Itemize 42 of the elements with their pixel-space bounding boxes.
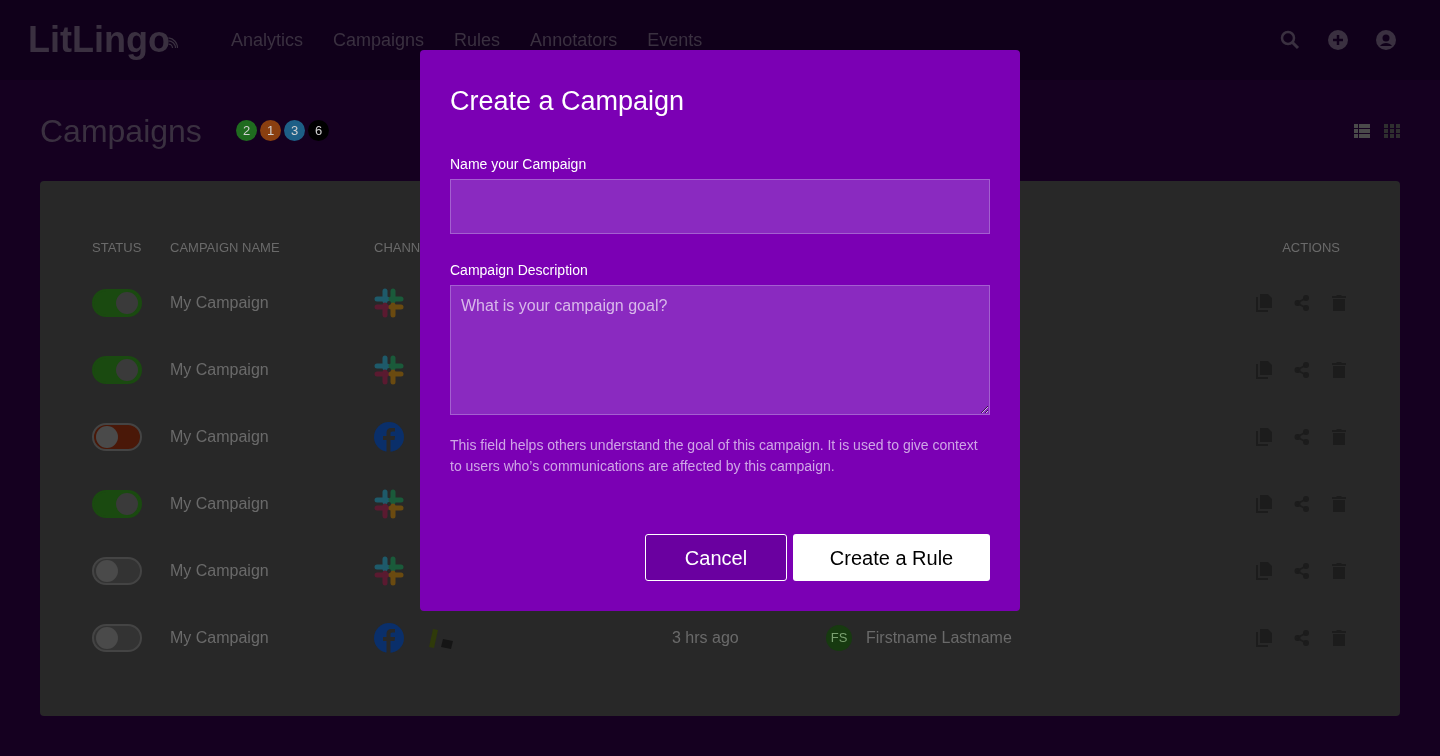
avatar: FS [826, 624, 852, 651]
f-logo-icon [374, 622, 404, 653]
status-toggle[interactable] [92, 556, 142, 585]
status-toggle[interactable] [92, 288, 142, 317]
count-badge: 6 [308, 120, 329, 141]
owner-name: Firstname Lastname [866, 627, 1012, 648]
help-text: This field helps others understand the goal of this campaign. It is used to give context to users who’s communications are affected by this campaign. [450, 436, 979, 476]
status-toggle[interactable] [92, 355, 142, 384]
dialog-title: Create a Campaign [450, 85, 686, 118]
hash-logo-icon [374, 555, 404, 586]
campaign-name-field[interactable] [450, 179, 990, 234]
hash-logo-icon [374, 354, 404, 385]
column-header: CHANN [374, 239, 421, 258]
campaign-name: My Campaign [170, 359, 270, 380]
campaign-description-field[interactable]: What is your campaign goal? [450, 285, 990, 415]
create-rule-button[interactable]: Create a Rule [793, 534, 990, 581]
campaign-name: My Campaign [170, 292, 270, 313]
count-badge: 3 [284, 120, 305, 141]
campaign-name: My Campaign [170, 627, 270, 648]
account-icon[interactable] [1376, 30, 1396, 50]
time-ago: 3 hrs ago [672, 627, 740, 648]
list-view-icon[interactable] [1354, 123, 1370, 138]
campaign-name: My Campaign [170, 426, 270, 447]
status-toggle[interactable] [92, 489, 142, 518]
field-label: Campaign Description [450, 261, 589, 280]
column-header: STATUS [92, 239, 143, 258]
f-logo-icon [374, 421, 404, 452]
column-header: CAMPAIGN NAME [170, 239, 281, 258]
field-label: Name your Campaign [450, 155, 588, 174]
search-icon[interactable] [1280, 30, 1300, 50]
campaign-name: My Campaign [170, 493, 270, 514]
hash-logo-icon [374, 287, 404, 318]
cancel-button[interactable]: Cancel [645, 534, 787, 581]
hash-logo-icon [374, 488, 404, 519]
status-toggle[interactable] [92, 422, 142, 451]
add-icon[interactable] [1328, 30, 1348, 50]
column-header: ACTIONS [1282, 239, 1340, 258]
count-badge: 1 [260, 120, 281, 141]
count-badge: 2 [236, 120, 257, 141]
grid-view-icon[interactable] [1384, 123, 1400, 138]
status-toggle[interactable] [92, 623, 142, 652]
campaign-name: My Campaign [170, 560, 270, 581]
